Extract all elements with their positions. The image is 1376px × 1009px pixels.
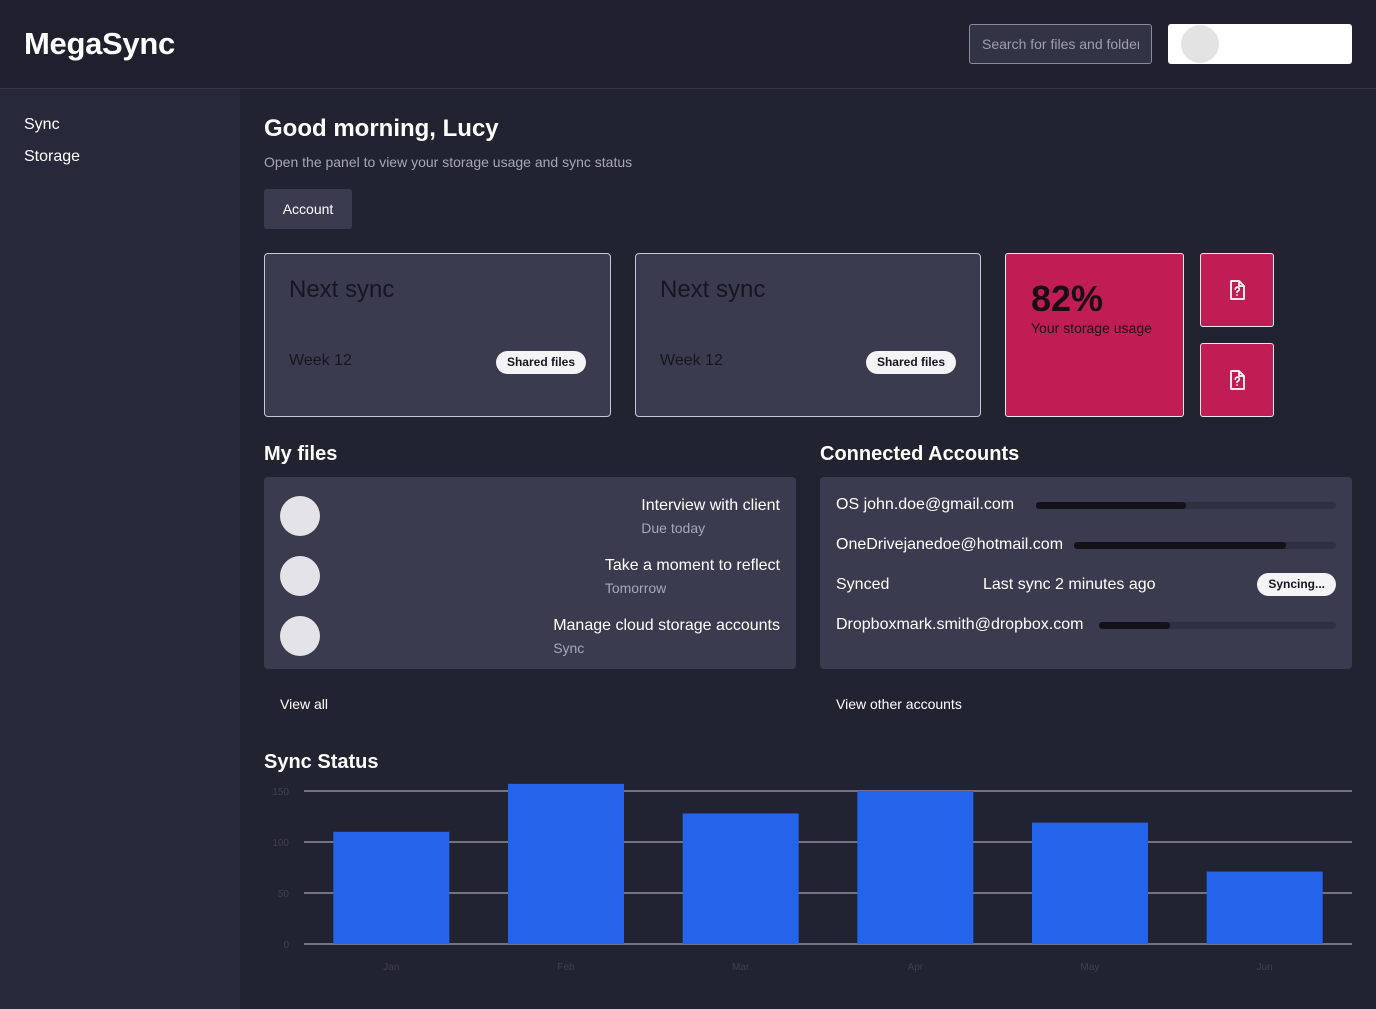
chart-bar[interactable]: [857, 791, 974, 944]
avatar: [280, 616, 320, 656]
app-window: MegaSync Sync Storage Good morning, Lucy…: [0, 0, 1376, 1009]
usage-bar: [1074, 542, 1336, 549]
connected-accounts-panel: OS john.doe@gmail.com OneDrivejanedoe@ho…: [820, 477, 1352, 669]
last-sync-text: Last sync 2 minutes ago: [983, 576, 1156, 593]
y-tick-label: 0: [283, 940, 289, 951]
user-menu[interactable]: [1168, 24, 1352, 64]
chart-bar[interactable]: [1206, 871, 1323, 944]
avatar: [280, 556, 320, 596]
file-title: Interview with client: [641, 497, 780, 514]
x-tick-label: Jan: [383, 962, 399, 973]
storage-percent: 82%: [1031, 278, 1104, 319]
account-label: OneDrivejanedoe@hotmail.com: [836, 536, 1064, 553]
my-files-panel: Interview with client Due today Take a m…: [264, 477, 796, 669]
connected-accounts-title: Connected Accounts: [820, 443, 1020, 465]
page-title: Good morning, Lucy: [264, 115, 499, 142]
x-tick-label: Feb: [557, 962, 575, 973]
file-title: Manage cloud storage accounts: [553, 617, 780, 634]
y-tick-label: 50: [278, 889, 290, 900]
card-week: Week 12: [289, 352, 352, 369]
app-logo: MegaSync: [24, 26, 175, 61]
x-tick-label: Mar: [732, 962, 750, 973]
sync-status-row: Synced Last sync 2 minutes ago Syncing..…: [836, 573, 1336, 598]
storage-label: Your storage usage: [1031, 320, 1152, 336]
account-label: OS john.doe@gmail.com: [836, 496, 1015, 513]
avatar[interactable]: [1181, 25, 1219, 63]
view-all-link[interactable]: View all: [280, 696, 328, 712]
list-item[interactable]: Interview with client Due today: [264, 496, 796, 556]
my-files-title: My files: [264, 443, 338, 465]
card-week: Week 12: [660, 352, 723, 369]
avatar: [280, 496, 320, 536]
x-tick-label: Jun: [1257, 962, 1273, 973]
file-help-button[interactable]: [1200, 253, 1274, 327]
account-row[interactable]: Dropboxmark.smith@dropbox.com: [836, 616, 1336, 638]
sidebar-item-storage[interactable]: Storage: [24, 148, 80, 166]
file-due: Sync: [553, 640, 585, 656]
chart-bar[interactable]: [1032, 822, 1148, 944]
sidebar-item-sync[interactable]: Sync: [24, 116, 60, 134]
sync-status-label: Synced: [836, 576, 890, 593]
account-label: Dropboxmark.smith@dropbox.com: [836, 616, 1084, 633]
view-other-accounts-link[interactable]: View other accounts: [836, 696, 962, 712]
usage-bar: [1036, 502, 1336, 509]
file-question-icon: [1230, 280, 1245, 300]
sidebar: Sync Storage: [0, 90, 240, 1009]
account-row[interactable]: OneDrivejanedoe@hotmail.com: [836, 536, 1336, 558]
chart-bar[interactable]: [682, 813, 799, 944]
file-help-button[interactable]: [1200, 343, 1274, 417]
file-due: Due today: [641, 520, 706, 536]
sync-status-chart: 0 50 100 150 Jan Feb Mar Apr May Jun: [272, 783, 1352, 973]
list-item[interactable]: Manage cloud storage accounts Sync: [264, 616, 796, 669]
shared-files-badge[interactable]: Shared files: [495, 351, 586, 374]
search-input[interactable]: [969, 24, 1152, 64]
chart-bar[interactable]: [508, 783, 624, 944]
card-title: Next sync: [289, 276, 395, 303]
account-row[interactable]: OS john.doe@gmail.com: [836, 496, 1336, 518]
syncing-badge[interactable]: Syncing...: [1257, 573, 1336, 596]
list-item[interactable]: Take a moment to reflect Tomorrow: [264, 556, 796, 616]
usage-bar-fill: [1099, 622, 1171, 629]
chart-bar[interactable]: [333, 831, 450, 944]
x-tick-label: Apr: [908, 962, 924, 973]
account-button[interactable]: Account: [264, 189, 352, 229]
usage-bar-fill: [1036, 502, 1186, 509]
usage-bar-fill: [1074, 542, 1287, 549]
page-subtitle: Open the panel to view your storage usag…: [264, 154, 633, 170]
file-due: Tomorrow: [604, 580, 667, 596]
x-tick-label: May: [1081, 962, 1100, 973]
usage-bar: [1099, 622, 1336, 629]
file-question-icon: [1230, 370, 1245, 390]
next-sync-card[interactable]: Next sync Week 12 Shared files: [635, 253, 981, 417]
y-tick-label: 150: [272, 787, 289, 798]
top-header: MegaSync: [0, 0, 1376, 89]
shared-files-badge[interactable]: Shared files: [865, 351, 956, 374]
card-title: Next sync: [660, 276, 766, 303]
sync-status-title: Sync Status: [264, 751, 379, 773]
file-title: Take a moment to reflect: [604, 557, 780, 574]
next-sync-card[interactable]: Next sync Week 12 Shared files: [264, 253, 611, 417]
storage-usage-card[interactable]: 82% Your storage usage: [1005, 253, 1184, 417]
y-tick-label: 100: [272, 838, 289, 849]
